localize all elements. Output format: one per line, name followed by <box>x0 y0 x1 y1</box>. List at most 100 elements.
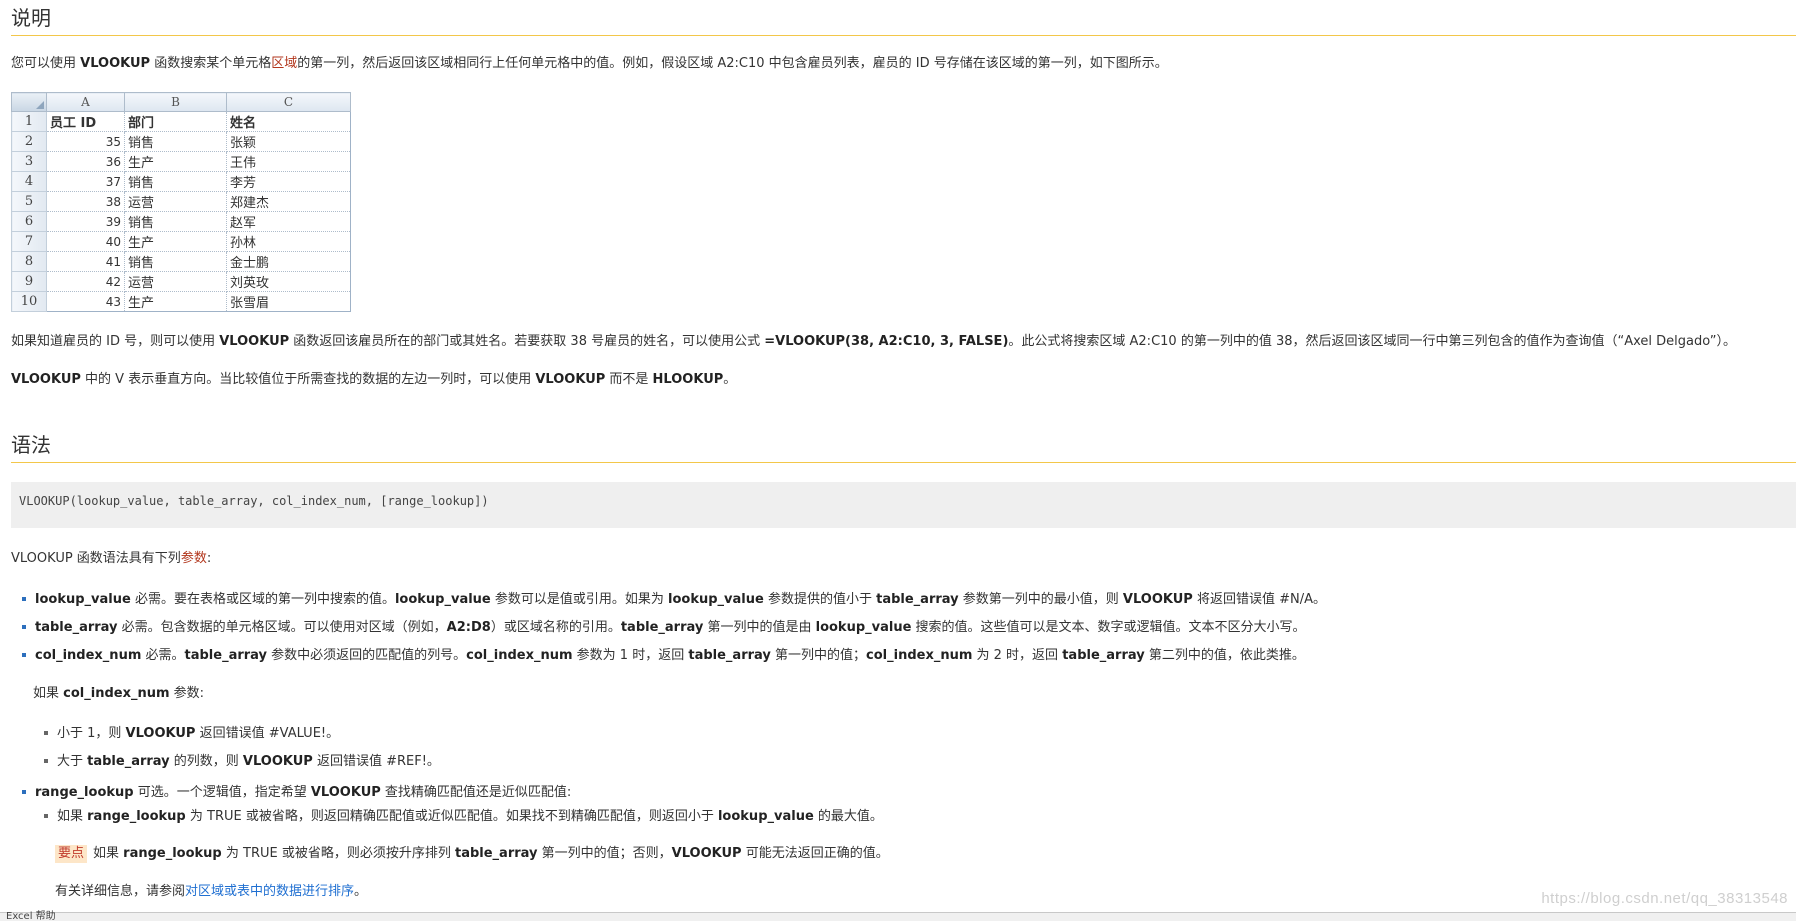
bullet-icon <box>22 596 26 601</box>
list-item-col-index-num: col_index_num 必需。table_array 参数中必须返回的匹配值… <box>22 647 1305 665</box>
list-item-lookup-value: lookup_value 必需。要在表格或区域的第一列中搜索的值。lookup_… <box>22 591 1326 609</box>
text: 中的 V 表示垂直方向。当比较值位于所需查找的数据的左边一列时，可以使用 <box>80 372 536 387</box>
text: 有关详细信息，请参阅 <box>55 884 186 899</box>
argument-name: col_index_num <box>866 648 973 663</box>
row-header: 5 <box>11 191 47 212</box>
bullet-icon <box>44 758 48 763</box>
function-name: VLOOKUP <box>310 785 381 800</box>
cell: 生产 <box>124 291 227 312</box>
function-name: VLOOKUP <box>671 846 742 861</box>
argument-name: range_lookup <box>87 809 186 824</box>
function-name: VLOOKUP <box>535 372 606 387</box>
sort-data-link[interactable]: 对区域或表中的数据进行排序 <box>185 884 354 899</box>
argument-name: table_array <box>87 754 170 769</box>
section-divider <box>11 35 1796 36</box>
argument-name: table_array <box>620 620 704 635</box>
argument-name: lookup_value <box>717 809 814 824</box>
argument-name: table_array <box>35 620 118 635</box>
row-header: 8 <box>11 251 47 272</box>
text: 为 TRUE 或被省略，则返回精确匹配值或近似匹配值。如果找不到精确匹配值，则返… <box>185 809 718 824</box>
argument-name: lookup_value <box>394 592 491 607</box>
important-badge: 要点 <box>55 845 88 863</box>
text: 函数返回该雇员所在的部门或其姓名。若要获取 38 号雇员的姓名，可以使用公式 <box>289 334 765 349</box>
cell: 运营 <box>124 271 227 292</box>
arguments-intro: VLOOKUP 函数语法具有下列参数: <box>11 550 211 568</box>
more-info-paragraph: 有关详细信息，请参阅对区域或表中的数据进行排序。 <box>55 883 367 901</box>
text: 可选。一个逻辑值，指定希望 <box>133 785 311 800</box>
text: 必需。要在表格或区域的第一列中搜索的值。 <box>130 592 395 607</box>
argument-name: col_index_num <box>63 686 170 701</box>
argument-name: lookup_value <box>815 620 912 635</box>
argument-name: table_array <box>688 648 771 663</box>
cell: 金士鹏 <box>226 251 351 272</box>
cell: 43 <box>46 291 125 312</box>
cell: 36 <box>46 151 125 172</box>
text: 如果知道雇员的 ID 号，则可以使用 <box>11 334 220 349</box>
text: 将返回错误值 #N/A。 <box>1192 592 1326 607</box>
cell: 35 <box>46 131 125 152</box>
text: 参数可以是值或引用。如果为 <box>490 592 669 607</box>
text: 搜索的值。这些值可以是文本、数字或逻辑值。文本不区分大小写。 <box>911 620 1306 635</box>
text: 的最大值。 <box>813 809 883 824</box>
table-row: 6 39 销售 赵军 <box>11 211 351 232</box>
cell: 42 <box>46 271 125 292</box>
section-title-syntax: 语法 <box>11 433 51 457</box>
text: 小于 1，则 <box>57 726 126 741</box>
bullet-icon <box>22 652 26 657</box>
bullet-icon <box>22 789 26 794</box>
bullet-icon <box>44 730 48 735</box>
glossary-link-arguments[interactable]: 参数 <box>181 551 207 566</box>
list-item-range-lookup: range_lookup 可选。一个逻辑值，指定希望 VLOOKUP 查找精确匹… <box>22 784 571 802</box>
text: 您可以使用 <box>11 56 81 71</box>
cell: 销售 <box>124 171 227 192</box>
argument-name: col_index_num <box>35 648 142 663</box>
text: 而不是 <box>605 372 653 387</box>
text: 必需。包含数据的单元格区域。可以使用对区域（例如， <box>117 620 447 635</box>
table-row: 8 41 销售 金士鹏 <box>11 251 351 272</box>
text: 参数中必须返回的匹配值的列号。 <box>267 648 467 663</box>
table-row: 3 36 生产 王伟 <box>11 151 351 172</box>
text: 第一列中的值； <box>770 648 867 663</box>
bullet-icon <box>44 813 48 818</box>
text: 可能无法返回正确的值。 <box>741 846 889 861</box>
table-row: 1 员工 ID 部门 姓名 <box>11 111 351 132</box>
cell: 张雪眉 <box>226 291 351 312</box>
function-name: VLOOKUP <box>11 372 81 387</box>
status-bar-label: Excel 帮助 <box>6 911 56 922</box>
text: 。 <box>723 372 737 387</box>
function-name: VLOOKUP <box>125 726 196 741</box>
text: 参数为 1 时，返回 <box>572 648 689 663</box>
text: 的第一列，然后返回该区域相同行上任何单元格中的值。例如，假设区域 A2:C10 … <box>297 56 1168 71</box>
col-index-condition: 如果 col_index_num 参数: <box>33 685 204 703</box>
watermark: https://blog.csdn.net/qq_38313548 <box>1541 890 1788 907</box>
cell: 郑建杰 <box>226 191 351 212</box>
glossary-link-range[interactable]: 区域 <box>271 56 297 71</box>
argument-name: table_array <box>454 846 538 861</box>
list-item-greater-than-columns: 大于 table_array 的列数，则 VLOOKUP 返回错误值 #REF!… <box>44 753 440 771</box>
text: : <box>206 551 212 566</box>
argument-name: range_lookup <box>35 785 134 800</box>
text: 为 2 时，返回 <box>972 648 1063 663</box>
example-paragraph: 如果知道雇员的 ID 号，则可以使用 VLOOKUP 函数返回该雇员所在的部门或… <box>11 333 1736 351</box>
row-header: 3 <box>11 151 47 172</box>
bullet-icon <box>22 624 26 629</box>
row-header: 2 <box>11 131 47 152</box>
cell: 销售 <box>124 251 227 272</box>
argument-name: table_array <box>1062 648 1145 663</box>
cell: 41 <box>46 251 125 272</box>
select-all-corner <box>11 92 47 112</box>
text: VLOOKUP 函数语法具有下列 <box>11 551 181 566</box>
argument-name: col_index_num <box>466 648 573 663</box>
text: 第一列中的值是由 <box>703 620 816 635</box>
table-row: 7 40 生产 孙林 <box>11 231 351 252</box>
text: 返回错误值 #VALUE!。 <box>195 726 340 741</box>
row-header: 6 <box>11 211 47 232</box>
text: 的列数，则 <box>169 754 243 769</box>
argument-name: lookup_value <box>35 592 131 607</box>
cell: 38 <box>46 191 125 212</box>
cell: 赵军 <box>226 211 351 232</box>
row-header: 4 <box>11 171 47 192</box>
cell: 运营 <box>124 191 227 212</box>
cell: 张颖 <box>226 131 351 152</box>
cell: 销售 <box>124 211 227 232</box>
